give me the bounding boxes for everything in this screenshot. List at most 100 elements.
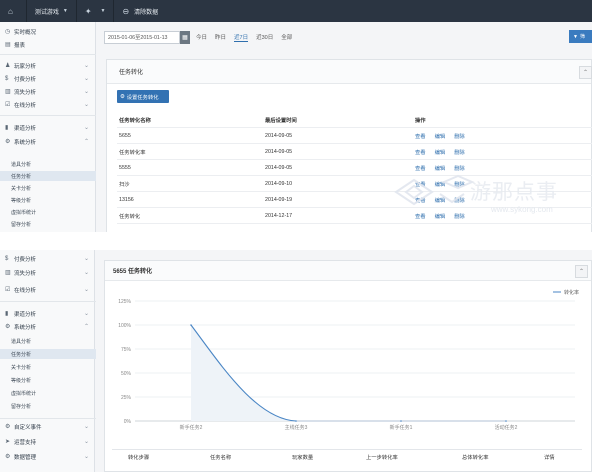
column-header: 玩家数量 [292,455,314,461]
delete-link[interactable]: 删除 [454,180,465,188]
sidebar-item-online[interactable]: ☑ 在线分析 ⌄ [0,283,96,296]
sidebar: $ 付费分析 ⌄ ▥ 流失分析 ⌄ ☑ 在线分析 ⌄ ▮ 渠道分析 ⌄ ⚙ 系统分析 ⌃ 道具分析 … [0,250,96,472]
sidebar-item-system[interactable]: ⚙ 系统分析 ⌃ [0,320,96,333]
sidebar-item-custom-events[interactable]: ⚙ 自定义事件 ⌄ [0,420,96,433]
filter-button[interactable]: ▼ 筛 [569,30,592,43]
calendar-button[interactable]: ▦ [180,30,190,44]
table-row: 5655 2014-09-05 查看 编辑 删除 [117,128,592,144]
top-navbar: ⌂ 测试游戏 ▼ ✦ ▼ ⊖ 清除数据 [0,0,592,22]
collapse-button[interactable]: ⌃ [579,66,592,79]
sidebar-subitem-stage[interactable]: 关卡分析 [0,362,96,372]
sidebar-subitem-task[interactable]: 任务分析 [0,349,96,359]
sidebar-divider [0,54,96,55]
sidebar-item-label: 在线分析 [14,287,37,294]
sidebar-subitem-retention[interactable]: 留存分析 [0,219,96,229]
sidebar-subitem-item[interactable]: 道具分析 [0,336,96,346]
delete-link[interactable]: 删除 [454,196,465,204]
edit-link[interactable]: 编辑 [435,164,446,172]
sidebar-subitem-currency[interactable]: 虚拟币统计 [0,388,96,398]
quick-date-yesterday[interactable]: 昨日 [215,33,226,41]
sidebar: ◷ 实时概况 ▤ 报表 ♟ 玩家分析 ⌄ $ 付费分析 ⌄ ▥ 流失分析 ⌄ ☑ 在线分析 ⌄ ▮ 渠… [0,22,96,232]
gear-icon: ⚙ [5,454,11,460]
quick-date-7days[interactable]: 近7日 [234,33,249,42]
sidebar-divider [0,115,96,116]
settings-icon: ⚙ [120,93,125,100]
clear-data-button[interactable]: ⊖ 清除数据 [114,0,166,22]
sidebar-item-label: 流失分析 [14,89,37,96]
actions-cell: 查看 编辑 删除 [415,164,465,172]
sidebar-subitem-label: 留存分析 [11,403,32,410]
sidebar-item-ops-support[interactable]: ➤ 运营支持 ⌄ [0,435,96,448]
chevron-up-icon: ⌃ [83,324,89,330]
sidebar-item-system[interactable]: ⚙ 系统分析 ⌃ [0,135,96,148]
column-header: 转化步骤 [128,455,150,461]
sidebar-subitem-stage[interactable]: 关卡分析 [0,183,96,193]
sidebar-subitem-task[interactable]: 任务分析 [0,171,96,181]
edit-link[interactable]: 编辑 [435,148,446,156]
sidebar-item-channel[interactable]: ▮ 渠道分析 ⌄ [0,307,96,320]
collapse-button[interactable]: ⌃ [575,265,588,278]
sidebar-item-data-mgmt[interactable]: ⚙ 数据管理 ⌄ [0,450,96,463]
quick-date-today[interactable]: 今日 [196,33,207,41]
game-selector[interactable]: 测试游戏 ▼ [27,0,76,22]
sidebar-item-overview[interactable]: ◷ 实时概况 [0,25,96,38]
gear-icon: ⚙ [5,424,11,430]
gear-icon: ⚙ [5,139,11,145]
view-link[interactable]: 查看 [415,164,426,172]
sidebar-subitem-levels[interactable]: 等级分析 [0,195,96,205]
sidebar-subitem-currency[interactable]: 虚拟币统计 [0,207,96,217]
sidebar-item-label: 实时概况 [14,29,37,36]
x-tick-label: 主线任务3 [285,424,308,431]
delete-link[interactable]: 删除 [454,212,465,220]
sidebar-item-label: 在线分析 [14,102,37,109]
conversion-chart-panel: 5655 任务转化 ⌃ 125% 100% 75% 50% 25% 0% 新手任务2 主线任务… [104,260,592,472]
sidebar-subitem-levels[interactable]: 等级分析 [0,375,96,385]
x-tick-label: 新手任务2 [180,424,203,431]
caret-down-icon: ▼ [100,8,106,14]
document-icon: ▤ [5,42,11,48]
task-time-cell: 2014-09-05 [265,164,293,171]
sidebar-item-level[interactable]: ▥ 流失分析 ⌄ [0,266,96,279]
chevron-down-icon: ⌄ [83,439,89,445]
edit-link[interactable]: 编辑 [435,212,446,220]
chevron-down-icon: ⌄ [83,256,89,262]
view-link[interactable]: 查看 [415,196,426,204]
delete-link[interactable]: 删除 [454,132,465,140]
date-range-input[interactable]: 2015-01-06至2015-01-13 [104,30,180,44]
view-link[interactable]: 查看 [415,180,426,188]
edit-link[interactable]: 编辑 [435,132,446,140]
sidebar-item-label: 付费分析 [14,76,37,83]
sidebar-item-channel[interactable]: ▮ 渠道分析 ⌄ [0,121,96,134]
set-task-conversion-button[interactable]: ⚙ 设置任务转化 [117,90,169,103]
sidebar-item-online[interactable]: ☑ 在线分析 ⌄ [0,98,96,111]
sidebar-item-pay[interactable]: $ 付费分析 ⌄ [0,252,96,265]
task-name-cell: 5555 [119,164,131,171]
delete-link[interactable]: 删除 [454,148,465,156]
delete-link[interactable]: 删除 [454,164,465,172]
table-row: 5555 2014-09-05 查看 编辑 删除 [117,160,592,176]
task-name-cell: 任务转化 [119,213,141,220]
sidebar-subitem-label: 关卡分析 [11,364,32,371]
sidebar-item-label: 渠道分析 [14,311,37,318]
chevron-down-icon: ⌄ [83,270,89,276]
sidebar-subitem-label: 任务分析 [11,173,32,180]
view-link[interactable]: 查看 [415,132,426,140]
sidebar-item-player[interactable]: ♟ 玩家分析 ⌄ [0,59,96,72]
sidebar-item-level[interactable]: ▥ 流失分析 ⌄ [0,85,96,98]
edit-link[interactable]: 编辑 [435,196,446,204]
sidebar-item-pay[interactable]: $ 付费分析 ⌄ [0,72,96,85]
edit-link[interactable]: 编辑 [435,180,446,188]
view-link[interactable]: 查看 [415,148,426,156]
sidebar-item-report[interactable]: ▤ 报表 [0,38,96,51]
quick-date-30days[interactable]: 近30日 [256,33,273,41]
quick-date-all[interactable]: 全部 [281,33,292,41]
android-icon: ✦ [84,6,92,16]
home-button[interactable]: ⌂ [0,0,26,22]
clear-data-label: 清除数据 [134,9,159,16]
platform-selector[interactable]: ✦ ▼ [77,0,114,22]
sidebar-item-label: 流失分析 [14,270,37,277]
y-tick-label: 25% [121,395,132,401]
view-link[interactable]: 查看 [415,212,426,220]
sidebar-subitem-item[interactable]: 道具分析 [0,159,96,169]
sidebar-subitem-retention[interactable]: 留存分析 [0,401,96,411]
